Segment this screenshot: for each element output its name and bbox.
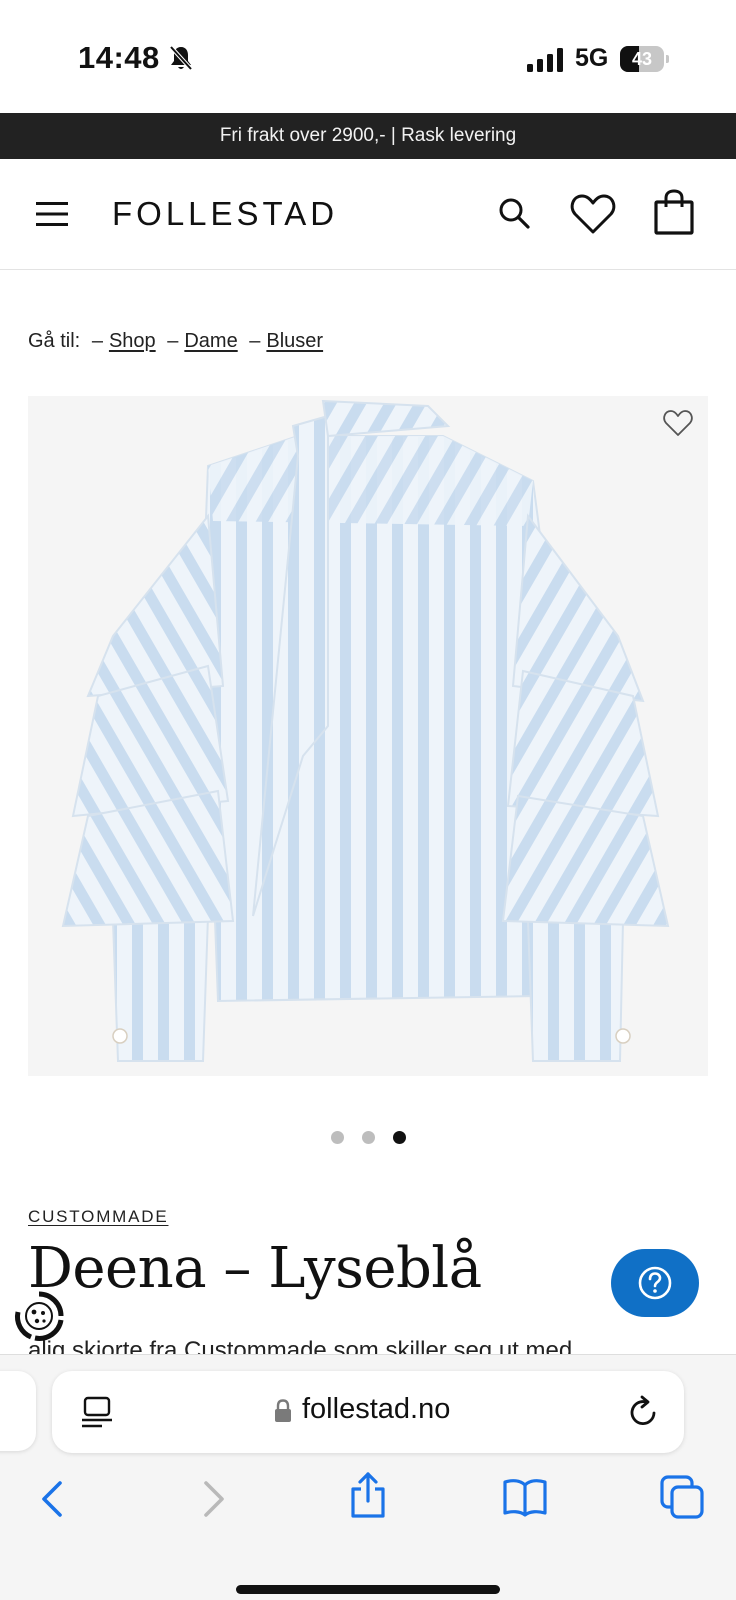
home-indicator <box>236 1585 500 1594</box>
wishlist-heart-icon[interactable] <box>662 408 694 438</box>
network-label: 5G <box>575 44 609 72</box>
lock-icon <box>275 1399 291 1422</box>
reload-icon[interactable] <box>628 1395 660 1429</box>
product-title: Deena – Lyseblå <box>28 1236 482 1301</box>
breadcrumb: Gå til: – Shop – Dame – Bluser <box>28 330 323 353</box>
site-logo[interactable]: FOLLESTAD <box>112 195 338 233</box>
breadcrumb-separator: – <box>91 330 103 352</box>
breadcrumb-separator: – <box>167 330 179 352</box>
cookie-settings-icon[interactable] <box>13 1290 65 1342</box>
product-image[interactable] <box>28 396 708 1076</box>
blouse-illustration <box>61 399 670 1062</box>
browser-toolbar: follestad.no <box>0 1354 736 1600</box>
carousel-dot[interactable] <box>361 1131 375 1144</box>
promo-banner: Fri frakt over 2900,- | Rask levering <box>0 113 736 159</box>
tabs-icon[interactable] <box>660 1475 704 1519</box>
breadcrumb-item-shop[interactable]: Shop <box>109 330 156 352</box>
battery-indicator: 43 <box>620 46 669 72</box>
status-bar: 14:48 5G 43 <box>0 0 736 113</box>
menu-icon[interactable] <box>36 200 68 228</box>
bookmarks-icon[interactable] <box>502 1477 548 1517</box>
help-button[interactable] <box>611 1249 699 1317</box>
brand-link[interactable]: CUSTOMMADE <box>28 1207 168 1227</box>
carousel-dot-active[interactable] <box>392 1131 406 1144</box>
status-time: 14:48 <box>78 40 160 75</box>
search-icon[interactable] <box>497 196 531 230</box>
question-icon <box>638 1266 672 1300</box>
breadcrumb-item-bluser[interactable]: Bluser <box>266 330 323 352</box>
signal-icon <box>527 48 563 72</box>
previous-tab-preview[interactable] <box>0 1371 36 1451</box>
address-bar[interactable]: follestad.no <box>52 1371 684 1453</box>
carousel-dot[interactable] <box>330 1131 344 1144</box>
bag-icon[interactable] <box>653 189 695 235</box>
heart-icon[interactable] <box>570 193 616 235</box>
battery-level: 43 <box>631 49 653 69</box>
share-icon[interactable] <box>348 1471 388 1519</box>
breadcrumb-separator: – <box>249 330 261 352</box>
bell-slash-icon <box>169 45 193 71</box>
breadcrumb-item-dame[interactable]: Dame <box>184 330 237 352</box>
breadcrumb-prefix: Gå til: <box>28 330 81 352</box>
forward-icon[interactable] <box>198 1479 228 1519</box>
back-icon[interactable] <box>38 1479 68 1519</box>
reader-icon[interactable] <box>82 1396 112 1428</box>
url-text: follestad.no <box>302 1393 451 1425</box>
carousel-dots <box>0 1131 736 1145</box>
site-header: FOLLESTAD <box>0 159 736 270</box>
